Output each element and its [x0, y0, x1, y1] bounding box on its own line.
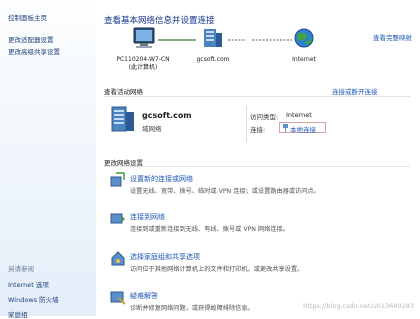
task-new-connection[interactable]: 设置新的连接或网络 — [130, 174, 193, 184]
connections-label: 连接: — [250, 126, 266, 134]
homegroup-icon — [111, 251, 125, 266]
see-also-homegroup[interactable]: 家庭组 — [8, 309, 28, 319]
local-connection-link[interactable]: 本地连接 — [290, 124, 316, 134]
network-name-label: gcsoft.com — [196, 56, 230, 63]
connect-network-icon — [110, 213, 125, 224]
change-advanced-sharing-link[interactable]: 更改高级共享设置 — [8, 46, 60, 56]
sidebar: 控制面板主页 更改适配器设置 更改高级共享设置 另请参阅 Internet 选项… — [0, 0, 96, 319]
computer-name: PC110204-W7-CN — [116, 56, 170, 63]
task-new-connection-desc: 设置无线、宽带、拨号、临时或 VPN 连接；或设置路由器或访问点。 — [130, 188, 320, 195]
main-content: 查看基本网络信息并设置连接 查看完整映射 PC110204-W7-CN (此计算… — [96, 0, 420, 316]
task-troubleshoot[interactable]: 疑难解答 — [130, 291, 158, 301]
task-connect-network-desc: 连接到或重新连接到无线、有线、拨号或 VPN 网络连接。 — [130, 226, 289, 233]
new-connection-icon — [110, 172, 125, 187]
divider-1 — [104, 96, 410, 97]
computer-sub: (此计算机) — [128, 64, 158, 71]
ethernet-icon — [283, 124, 288, 132]
domain-network-icon — [111, 106, 134, 132]
task-homegroup[interactable]: 选择家庭组和共享选项 — [130, 252, 200, 262]
active-networks-label: 查看活动网络 — [104, 88, 143, 96]
see-also-title: 另请参阅 — [8, 265, 34, 273]
see-full-map-link[interactable]: 查看完整映射 — [373, 32, 412, 42]
see-also-internet-options[interactable]: Internet 选项 — [8, 279, 49, 289]
access-type-label: 访问类型: — [250, 113, 279, 121]
connect-disconnect-link[interactable]: 连接或断开连接 — [332, 86, 378, 96]
task-troubleshoot-desc: 诊断并修复网络问题，或获得故障排除信息。 — [130, 305, 254, 312]
divider-vertical — [246, 106, 247, 142]
active-network-name: gcsoft.com — [142, 111, 192, 120]
divider-2 — [104, 166, 410, 167]
task-connect-network[interactable]: 连接到网络 — [130, 212, 165, 222]
network-icon — [204, 29, 222, 47]
task-homegroup-desc: 访问位于其他网络计算机上的文件和打印机，或更改共享设置。 — [130, 266, 304, 273]
internet-label: Internet — [292, 56, 316, 63]
watermark-text: https://blog.csdn.net/u013640283 — [303, 302, 414, 310]
connection-highlight: 本地连接 — [279, 122, 326, 134]
active-network-type: 域网络 — [142, 125, 162, 133]
troubleshoot-icon — [110, 291, 126, 305]
change-adapter-settings-link[interactable]: 更改适配器设置 — [8, 34, 54, 44]
control-panel-home-link[interactable]: 控制面板主页 — [8, 12, 47, 22]
internet-globe-icon — [294, 28, 314, 48]
computer-name-label: PC110204-W7-CN (此计算机) — [106, 56, 180, 72]
see-also-windows-firewall[interactable]: Windows 防火墙 — [8, 294, 59, 304]
computer-icon — [133, 27, 155, 48]
access-type-value: Internet — [286, 111, 312, 119]
